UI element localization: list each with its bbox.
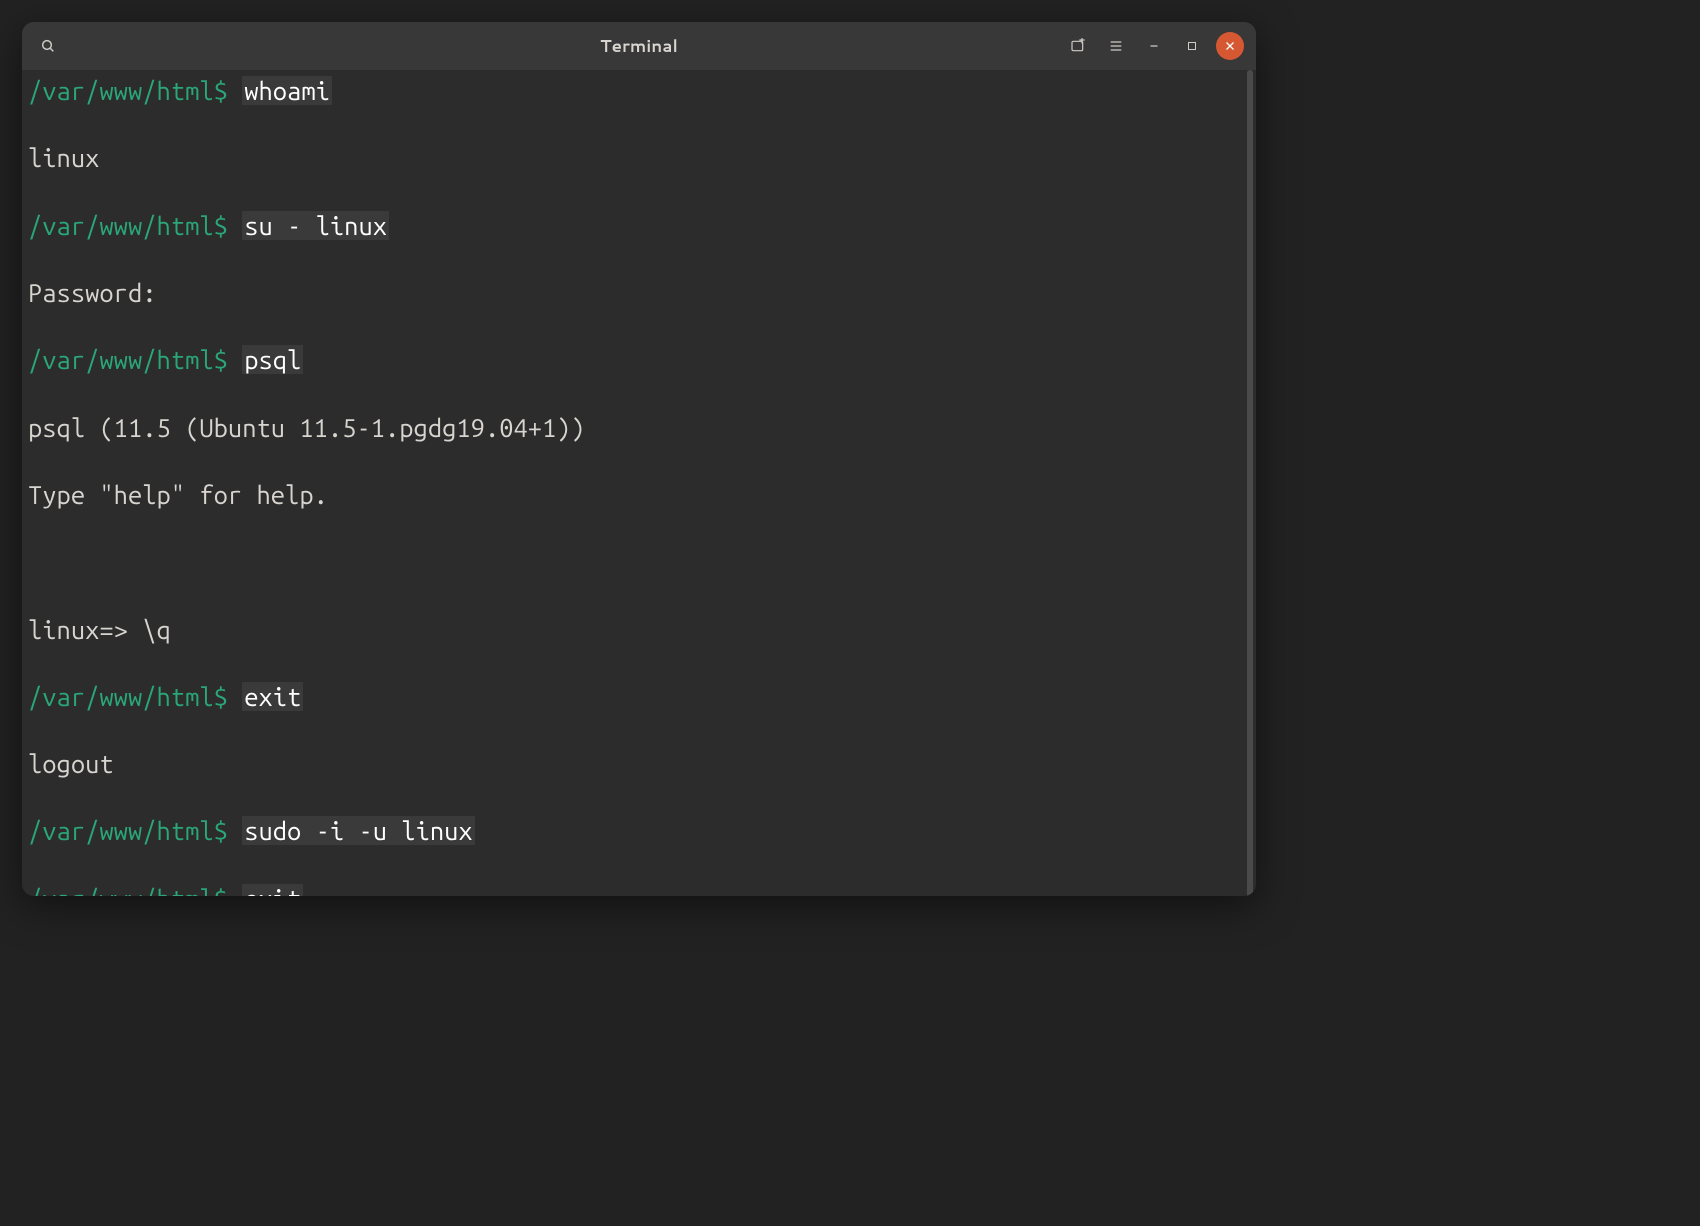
terminal-viewport: /var/www/html$ whoami linux /var/www/htm… [22,70,1256,896]
prompt-line: /var/www/html$ sudo -i -u linux [28,814,1238,848]
output-line: Type "help" for help. [28,478,1238,512]
shell-prompt: /var/www/html$ [28,211,228,240]
new-tab-icon[interactable] [1064,32,1092,60]
close-button[interactable] [1216,32,1244,60]
shell-command: sudo -i -u linux [242,816,474,845]
shell-prompt: /var/www/html$ [28,76,228,105]
maximize-button[interactable] [1178,32,1206,60]
psql-prompt: linux=> [28,615,142,644]
psql-command: \q [142,615,171,644]
shell-command: whoami [242,76,332,105]
shell-command: exit [242,884,303,896]
output-line: psql (11.5 (Ubuntu 11.5-1.pgdg19.04+1)) [28,411,1238,445]
output-line: logout [28,747,1238,781]
shell-prompt: /var/www/html$ [28,345,228,374]
search-icon[interactable] [34,32,62,60]
terminal-window: Terminal [22,22,1256,896]
shell-prompt: /var/www/html$ [28,682,228,711]
shell-command: psql [242,345,303,374]
hamburger-menu-icon[interactable] [1102,32,1130,60]
output-line: Password: [28,276,1238,310]
scrollbar[interactable] [1244,70,1256,896]
window-title: Terminal [600,34,678,58]
shell-command: su - linux [242,211,389,240]
prompt-line: /var/www/html$ exit [28,882,1238,896]
prompt-line: /var/www/html$ su - linux [28,209,1238,243]
shell-prompt: /var/www/html$ [28,816,228,845]
minimize-button[interactable] [1140,32,1168,60]
scrollbar-thumb[interactable] [1247,70,1253,896]
prompt-line: /var/www/html$ psql [28,343,1238,377]
psql-prompt-line: linux=> \q [28,613,1238,647]
terminal-output[interactable]: /var/www/html$ whoami linux /var/www/htm… [22,70,1244,896]
shell-command: exit [242,682,303,711]
shell-prompt: /var/www/html$ [28,884,228,896]
titlebar[interactable]: Terminal [22,22,1256,70]
prompt-line: /var/www/html$ exit [28,680,1238,714]
blank-line [28,545,1238,579]
prompt-line: /var/www/html$ whoami [28,74,1238,108]
output-line: linux [28,141,1238,175]
